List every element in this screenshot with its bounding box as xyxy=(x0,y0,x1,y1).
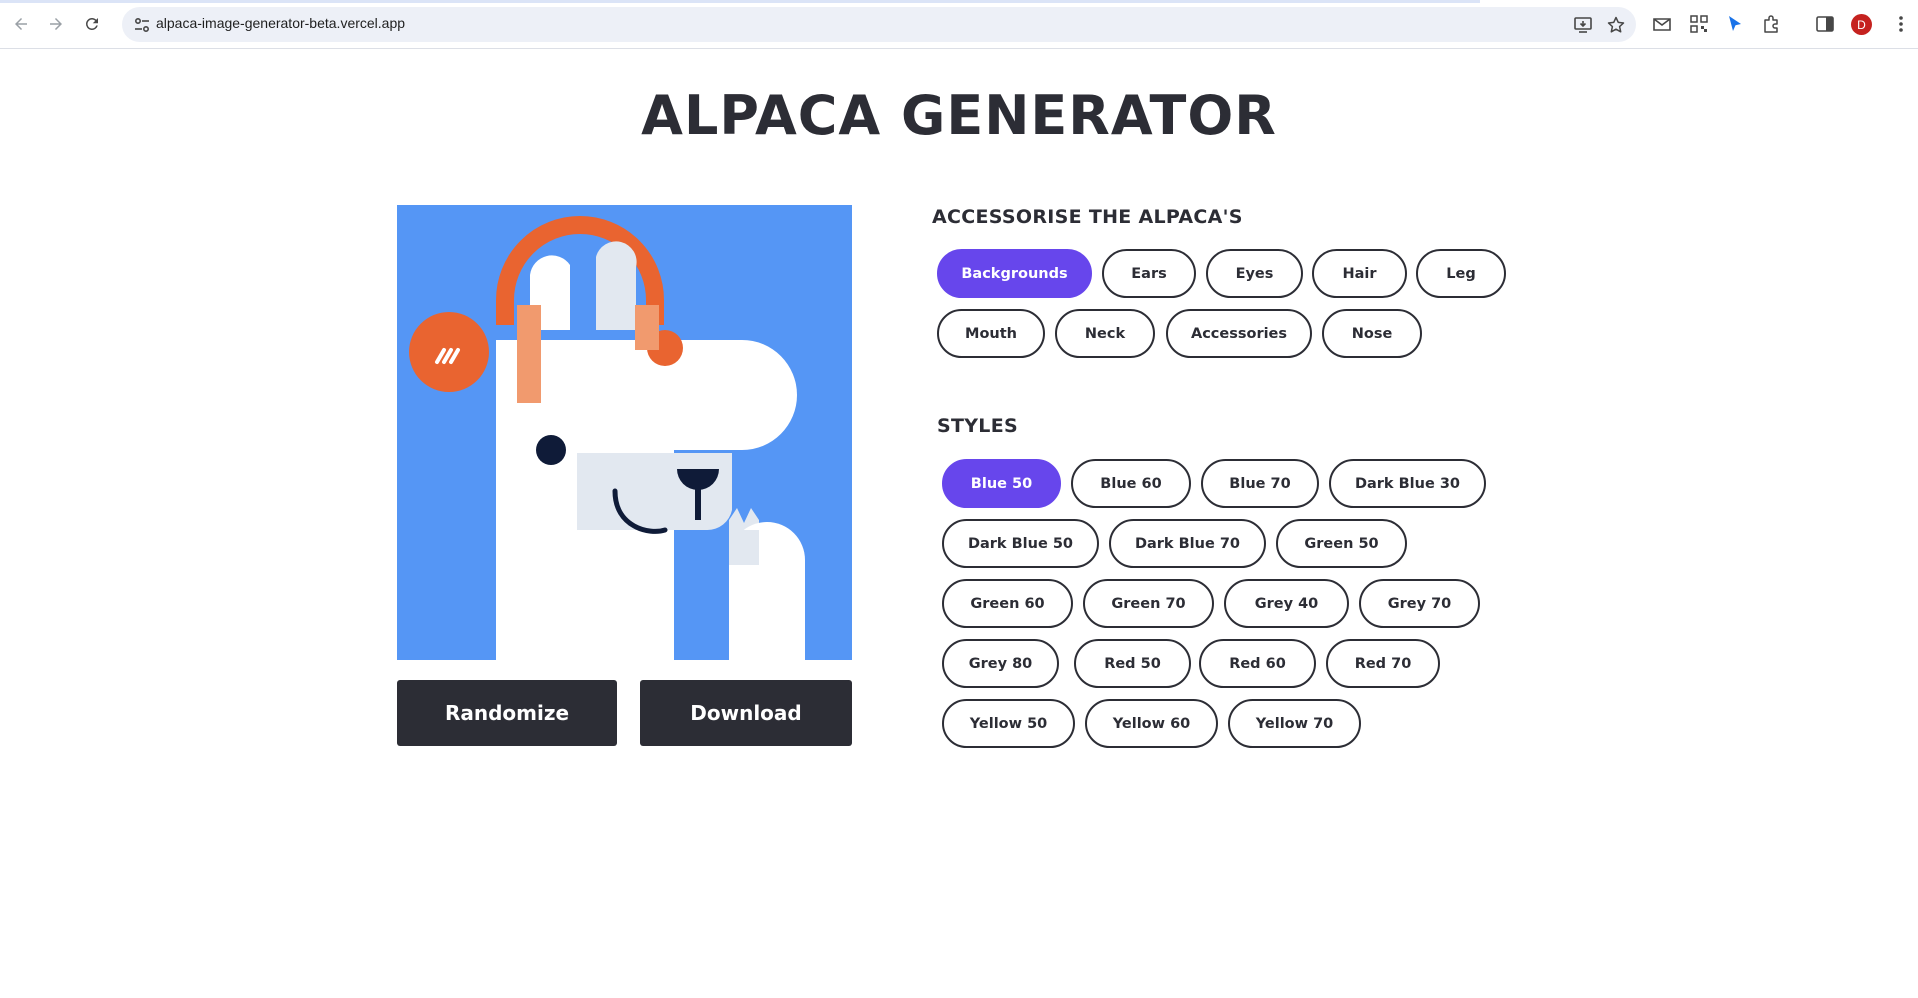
style-green-50[interactable]: Green 50 xyxy=(1276,519,1407,568)
styles-title: STYLES xyxy=(937,415,1018,437)
style-blue-50[interactable]: Blue 50 xyxy=(942,459,1061,508)
cursor-extension-icon[interactable] xyxy=(1724,13,1746,35)
option-ears[interactable]: Ears xyxy=(1102,249,1196,298)
forward-button[interactable] xyxy=(44,12,68,36)
page-load-progress xyxy=(0,0,1480,3)
style-green-70[interactable]: Green 70 xyxy=(1083,579,1214,628)
accessorise-title: ACCESSORISE THE ALPACA'S xyxy=(932,206,1243,228)
style-blue-60[interactable]: Blue 60 xyxy=(1071,459,1191,508)
arrow-left-icon xyxy=(15,18,27,30)
style-yellow-70[interactable]: Yellow 70 xyxy=(1228,699,1361,748)
back-button[interactable] xyxy=(9,12,33,36)
download-button[interactable]: Download xyxy=(640,680,852,746)
more-menu-icon[interactable] xyxy=(1890,13,1912,35)
browser-toolbar: alpaca-image-generator-beta.vercel.app D xyxy=(0,0,1918,49)
style-red-50[interactable]: Red 50 xyxy=(1074,639,1191,688)
option-backgrounds[interactable]: Backgrounds xyxy=(937,249,1092,298)
right-ear xyxy=(596,241,637,330)
arrow-right-icon xyxy=(50,18,62,30)
mail-extension-icon[interactable] xyxy=(1651,13,1673,35)
address-bar[interactable]: alpaca-image-generator-beta.vercel.app xyxy=(122,7,1636,42)
style-red-60[interactable]: Red 60 xyxy=(1199,639,1316,688)
style-dark-blue-50[interactable]: Dark Blue 50 xyxy=(942,519,1099,568)
extensions-puzzle-icon[interactable] xyxy=(1761,13,1783,35)
style-grey-70[interactable]: Grey 70 xyxy=(1359,579,1480,628)
style-yellow-50[interactable]: Yellow 50 xyxy=(942,699,1075,748)
style-blue-70[interactable]: Blue 70 xyxy=(1201,459,1319,508)
style-yellow-60[interactable]: Yellow 60 xyxy=(1085,699,1218,748)
style-red-70[interactable]: Red 70 xyxy=(1326,639,1440,688)
nose-line xyxy=(695,475,701,520)
option-eyes[interactable]: Eyes xyxy=(1206,249,1303,298)
option-hair[interactable]: Hair xyxy=(1312,249,1407,298)
alpaca-image xyxy=(397,205,852,660)
eye xyxy=(536,435,566,465)
head xyxy=(496,340,797,450)
left-headphone-pad xyxy=(517,305,541,403)
option-neck[interactable]: Neck xyxy=(1055,309,1155,358)
style-grey-40[interactable]: Grey 40 xyxy=(1224,579,1349,628)
style-green-60[interactable]: Green 60 xyxy=(942,579,1073,628)
muzzle xyxy=(577,453,732,531)
url-text: alpaca-image-generator-beta.vercel.app xyxy=(156,15,406,31)
style-dark-blue-70[interactable]: Dark Blue 70 xyxy=(1109,519,1266,568)
alpaca-preview xyxy=(397,205,852,660)
reload-icon xyxy=(85,17,98,30)
install-app-icon[interactable] xyxy=(1573,15,1593,35)
bookmark-star-icon[interactable] xyxy=(1606,15,1626,35)
side-panel-icon[interactable] xyxy=(1814,13,1836,35)
site-info-icon[interactable] xyxy=(132,15,152,35)
randomize-button[interactable]: Randomize xyxy=(397,680,617,746)
leg-fur xyxy=(729,530,759,565)
page-title: ALPACA GENERATOR xyxy=(641,84,1277,147)
option-leg[interactable]: Leg xyxy=(1416,249,1506,298)
qr-code-extension-icon[interactable] xyxy=(1688,13,1710,35)
option-mouth[interactable]: Mouth xyxy=(937,309,1045,358)
right-headphone-pad xyxy=(635,305,659,350)
style-dark-blue-30[interactable]: Dark Blue 30 xyxy=(1329,459,1486,508)
profile-avatar[interactable]: D xyxy=(1851,14,1872,35)
style-grey-80[interactable]: Grey 80 xyxy=(942,639,1059,688)
option-nose[interactable]: Nose xyxy=(1322,309,1422,358)
option-accessories[interactable]: Accessories xyxy=(1166,309,1312,358)
reload-button[interactable] xyxy=(80,12,104,36)
